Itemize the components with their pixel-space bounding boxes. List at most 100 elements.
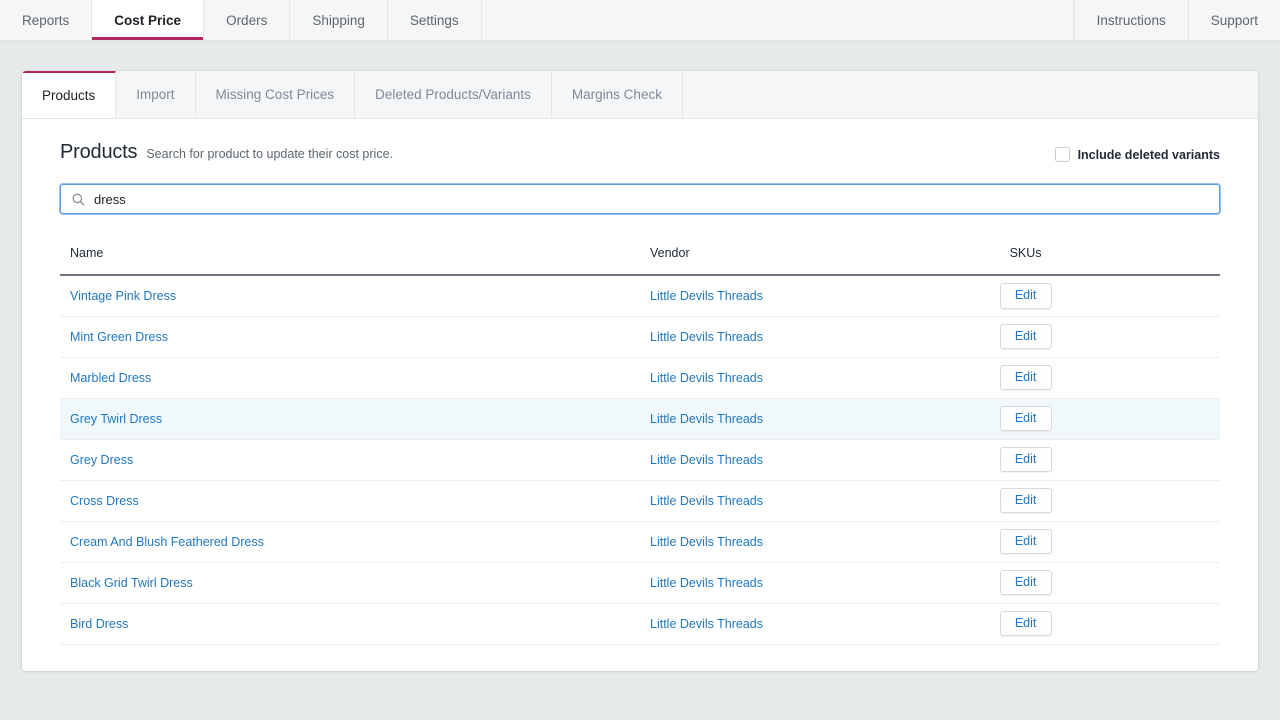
search-input-value: dress <box>94 191 126 207</box>
column-header-skus: SKUs <box>999 246 1220 276</box>
nav-item-reports[interactable]: Reports <box>0 0 93 40</box>
search-icon <box>72 193 85 206</box>
edit-button[interactable]: Edit <box>999 446 1052 473</box>
cell-product-name: Mint Green Dress <box>60 316 640 357</box>
products-table-head: Name Vendor SKUs <box>60 246 1220 276</box>
edit-button[interactable]: Edit <box>999 569 1052 596</box>
vendor-link[interactable]: Little Devils Threads <box>650 453 763 467</box>
include-deleted-variants-checkbox[interactable]: Include deleted variants <box>1054 147 1220 162</box>
table-row[interactable]: Vintage Pink Dress Little Devils Threads E… <box>60 275 1220 316</box>
table-row[interactable]: Mint Green Dress Little Devils Threads Edi… <box>60 316 1220 357</box>
edit-button[interactable]: Edit <box>999 282 1052 309</box>
checkbox-box-icon[interactable] <box>1054 147 1070 162</box>
tab-margins-check[interactable]: Margins Check <box>552 71 683 118</box>
product-name-link[interactable]: Vintage Pink Dress <box>70 289 176 303</box>
cell-product-name: Grey Twirl Dress <box>60 398 640 439</box>
column-header-vendor: Vendor <box>640 246 1000 276</box>
cell-vendor: Little Devils Threads <box>640 357 1000 398</box>
page-subtitle: Search for product to update their cost … <box>146 147 393 161</box>
table-row[interactable]: Cream And Blush Feathered Dress Little De… <box>60 521 1220 562</box>
cell-product-name: Cream And Blush Feathered Dress <box>60 521 640 562</box>
cell-product-name: Marbled Dress <box>60 357 640 398</box>
sub-tab-filler <box>683 71 1258 118</box>
cell-product-name: Vintage Pink Dress <box>60 275 640 316</box>
cell-actions: Edit <box>999 521 1220 562</box>
cell-vendor: Little Devils Threads <box>640 439 1000 480</box>
product-name-link[interactable]: Bird Dress <box>70 617 128 631</box>
cell-product-name: Cross Dress <box>60 480 640 521</box>
edit-button[interactable]: Edit <box>999 364 1052 391</box>
vendor-link[interactable]: Little Devils Threads <box>650 371 763 385</box>
table-row[interactable]: Bird Dress Little Devils Threads Edit <box>60 603 1220 644</box>
cell-product-name: Black Grid Twirl Dress <box>60 562 640 603</box>
product-name-link[interactable]: Marbled Dress <box>70 371 151 385</box>
tab-products[interactable]: Products <box>22 71 117 118</box>
product-name-link[interactable]: Cross Dress <box>70 494 139 508</box>
vendor-link[interactable]: Little Devils Threads <box>650 494 763 508</box>
edit-button[interactable]: Edit <box>999 487 1052 514</box>
vendor-link[interactable]: Little Devils Threads <box>650 617 763 631</box>
cell-actions: Edit <box>999 562 1220 603</box>
top-nav-spacer <box>481 0 1074 40</box>
cell-vendor: Little Devils Threads <box>640 603 1000 644</box>
vendor-link[interactable]: Little Devils Threads <box>650 576 763 590</box>
tab-deleted-products-variants[interactable]: Deleted Products/Variants <box>355 71 552 118</box>
cell-product-name: Grey Dress <box>60 439 640 480</box>
search-field-wrapper: dress <box>60 184 1220 214</box>
nav-item-support[interactable]: Support <box>1187 0 1280 40</box>
product-name-link[interactable]: Mint Green Dress <box>70 330 168 344</box>
product-name-link[interactable]: Black Grid Twirl Dress <box>70 576 193 590</box>
tab-missing-cost-prices[interactable]: Missing Cost Prices <box>196 71 356 118</box>
top-navigation-bar: Reports Cost Price Orders Shipping Settings … <box>0 0 1280 41</box>
product-name-link[interactable]: Cream And Blush Feathered Dress <box>70 535 264 549</box>
table-row[interactable]: Grey Twirl Dress Little Devils Threads Edi… <box>60 398 1220 439</box>
cell-vendor: Little Devils Threads <box>640 316 1000 357</box>
table-row[interactable]: Grey Dress Little Devils Threads Edit <box>60 439 1220 480</box>
tab-import[interactable]: Import <box>116 71 196 118</box>
vendor-link[interactable]: Little Devils Threads <box>650 289 763 303</box>
cell-vendor: Little Devils Threads <box>640 480 1000 521</box>
cell-vendor: Little Devils Threads <box>640 562 1000 603</box>
edit-button[interactable]: Edit <box>999 323 1052 350</box>
cell-vendor: Little Devils Threads <box>640 521 1000 562</box>
cell-actions: Edit <box>999 275 1220 316</box>
include-deleted-variants-label: Include deleted variants <box>1077 147 1220 162</box>
top-nav-right-group: Instructions Support <box>1073 0 1280 40</box>
nav-item-cost-price[interactable]: Cost Price <box>92 0 205 40</box>
edit-button[interactable]: Edit <box>999 610 1052 637</box>
nav-item-settings[interactable]: Settings <box>387 0 482 40</box>
page-container: Products Import Missing Cost Prices Deleted… <box>0 41 1280 671</box>
product-name-link[interactable]: Grey Twirl Dress <box>70 412 162 426</box>
edit-button[interactable]: Edit <box>999 528 1052 555</box>
vendor-link[interactable]: Little Devils Threads <box>650 412 763 426</box>
card-body: Products Search for product to update th… <box>22 119 1258 671</box>
cell-actions: Edit <box>999 357 1220 398</box>
cell-vendor: Little Devils Threads <box>640 275 1000 316</box>
nav-item-orders[interactable]: Orders <box>204 0 291 40</box>
cell-product-name: Bird Dress <box>60 603 640 644</box>
vendor-link[interactable]: Little Devils Threads <box>650 330 763 344</box>
products-card: Products Import Missing Cost Prices Deleted… <box>22 71 1258 671</box>
table-row[interactable]: Black Grid Twirl Dress Little Devils Thre… <box>60 562 1220 603</box>
products-table-body: Vintage Pink Dress Little Devils Threads E… <box>60 275 1220 644</box>
cell-actions: Edit <box>999 398 1220 439</box>
nav-item-shipping[interactable]: Shipping <box>290 0 388 40</box>
cell-actions: Edit <box>999 316 1220 357</box>
table-row[interactable]: Cross Dress Little Devils Threads Edit <box>60 480 1220 521</box>
products-table: Name Vendor SKUs Vintage Pink Dress Littl… <box>60 246 1220 645</box>
product-name-link[interactable]: Grey Dress <box>70 453 133 467</box>
edit-button[interactable]: Edit <box>999 405 1052 432</box>
table-header-row: Name Vendor SKUs <box>60 246 1220 276</box>
page-title: Products <box>60 141 138 163</box>
top-nav-left-group: Reports Cost Price Orders Shipping Settings <box>0 0 482 40</box>
cell-actions: Edit <box>999 480 1220 521</box>
card-header-row: Products Search for product to update th… <box>60 141 1220 164</box>
cell-vendor: Little Devils Threads <box>640 398 1000 439</box>
column-header-name: Name <box>60 246 640 276</box>
nav-item-instructions[interactable]: Instructions <box>1073 0 1188 40</box>
vendor-link[interactable]: Little Devils Threads <box>650 535 763 549</box>
search-input[interactable]: dress <box>60 184 1220 214</box>
cell-actions: Edit <box>999 603 1220 644</box>
table-row[interactable]: Marbled Dress Little Devils Threads Edit <box>60 357 1220 398</box>
cell-actions: Edit <box>999 439 1220 480</box>
